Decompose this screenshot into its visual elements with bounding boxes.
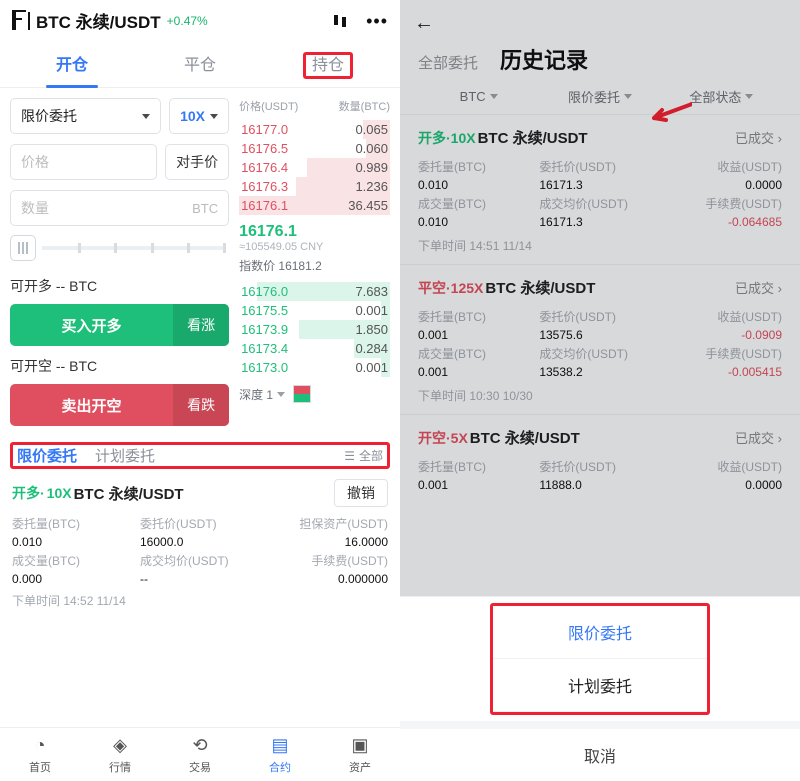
contract-icon: ▤ <box>269 735 291 757</box>
nav-home[interactable]: ◔首页 <box>0 728 80 781</box>
open-order-card: 开多·10X BTC 永续/USDT 撤销 委托量(BTC) 委托价(USDT)… <box>10 469 390 613</box>
last-price-cny: ≈105549.05 CNY <box>239 241 390 253</box>
tab-close[interactable]: 平仓 <box>136 41 264 87</box>
pair-glyph-icon <box>12 12 30 30</box>
history-order-card: 开多·10X BTC 永续/USDT已成交 ›委托量(BTC)委托价(USDT)… <box>400 114 800 264</box>
wallet-icon: ▣ <box>349 735 371 757</box>
slider-thumb-icon[interactable] <box>10 235 36 261</box>
shield-icon: ◈ <box>109 735 131 757</box>
ask-row[interactable]: 16177.00.065 <box>239 120 390 139</box>
ask-row[interactable]: 16176.50.060 <box>239 139 390 158</box>
flame-icon: ◔ <box>29 735 51 757</box>
filter-pair[interactable]: BTC <box>418 87 539 106</box>
quantity-slider[interactable] <box>10 236 229 260</box>
sell-open-short-button[interactable]: 卖出开空 看跌 <box>10 384 229 426</box>
order-status[interactable]: 已成交 › <box>735 278 782 297</box>
orderbook-view-icon[interactable] <box>293 385 311 403</box>
nav-asset[interactable]: ▣资产 <box>320 728 400 781</box>
all-orders-link[interactable]: ☰全部 <box>344 447 383 464</box>
history-order-card: 平空·125X BTC 永续/USDT已成交 ›委托量(BTC)委托价(USDT… <box>400 264 800 414</box>
sheet-option-limit[interactable]: 限价委托 <box>493 606 707 659</box>
last-price: 16176.1 <box>239 223 390 241</box>
filter-type[interactable]: 限价委托 <box>539 87 660 106</box>
available-long: 可开多 -- BTC <box>10 276 229 296</box>
tab-positions[interactable]: 持仓 <box>264 41 392 87</box>
cancel-order-button[interactable]: 撤销 <box>334 479 388 507</box>
sheet-option-plan[interactable]: 计划委托 <box>493 659 707 712</box>
bid-row[interactable]: 16173.00.001 <box>239 358 390 377</box>
order-status[interactable]: 已成交 › <box>735 428 782 447</box>
action-sheet: 限价委托 计划委托 取消 <box>400 596 800 781</box>
back-icon[interactable]: ← <box>400 8 800 39</box>
tab-limit-orders[interactable]: 限价委托 <box>17 445 77 466</box>
ask-row[interactable]: 16176.40.989 <box>239 158 390 177</box>
bottom-nav: ◔首页 ◈行情 ⟲交易 ▤合约 ▣资产 <box>0 727 400 781</box>
nav-contract[interactable]: ▤合约 <box>240 728 320 781</box>
ask-row[interactable]: 16176.31.236 <box>239 177 390 196</box>
nav-quote[interactable]: ◈行情 <box>80 728 160 781</box>
leverage-select[interactable]: 10X <box>169 98 229 134</box>
highlight-arrow-icon <box>648 102 692 124</box>
order-type-select[interactable]: 限价委托 <box>10 98 161 134</box>
change-percent: +0.47% <box>167 14 208 28</box>
exchange-icon: ⟲ <box>189 735 211 757</box>
price-input[interactable]: 价格 <box>10 144 157 180</box>
bid-row[interactable]: 16175.50.001 <box>239 301 390 320</box>
chart-icon[interactable] <box>332 13 348 29</box>
pair-title: BTC 永续/USDT <box>36 8 161 33</box>
ask-row[interactable]: 16176.136.455 <box>239 196 390 215</box>
tab-plan-orders[interactable]: 计划委托 <box>95 445 155 466</box>
order-status[interactable]: 已成交 › <box>735 128 782 147</box>
history-order-card: 开空·5X BTC 永续/USDT已成交 ›委托量(BTC)委托价(USDT)收… <box>400 414 800 502</box>
tab-history[interactable]: 历史记录 <box>500 43 588 75</box>
orderbook: 价格(USDT)数量(BTC) 16177.00.06516176.50.060… <box>239 98 390 436</box>
bid-row[interactable]: 16173.91.850 <box>239 320 390 339</box>
tab-open[interactable]: 开仓 <box>8 41 136 87</box>
sheet-cancel[interactable]: 取消 <box>400 721 800 781</box>
index-price: 指数价 16181.2 <box>239 257 390 274</box>
nav-trade[interactable]: ⟲交易 <box>160 728 240 781</box>
tab-all-orders[interactable]: 全部委托 <box>418 52 478 73</box>
opponent-price-button[interactable]: 对手价 <box>165 144 229 180</box>
quantity-input[interactable]: 数量BTC <box>10 190 229 226</box>
more-icon[interactable]: ••• <box>366 12 388 30</box>
buy-open-long-button[interactable]: 买入开多 看涨 <box>10 304 229 346</box>
available-short: 可开空 -- BTC <box>10 356 229 376</box>
bid-row[interactable]: 16176.07.683 <box>239 282 390 301</box>
depth-select[interactable]: 深度 1 <box>239 386 285 403</box>
order-time: 下单时间 14:52 11/14 <box>12 592 388 609</box>
bid-row[interactable]: 16173.40.284 <box>239 339 390 358</box>
